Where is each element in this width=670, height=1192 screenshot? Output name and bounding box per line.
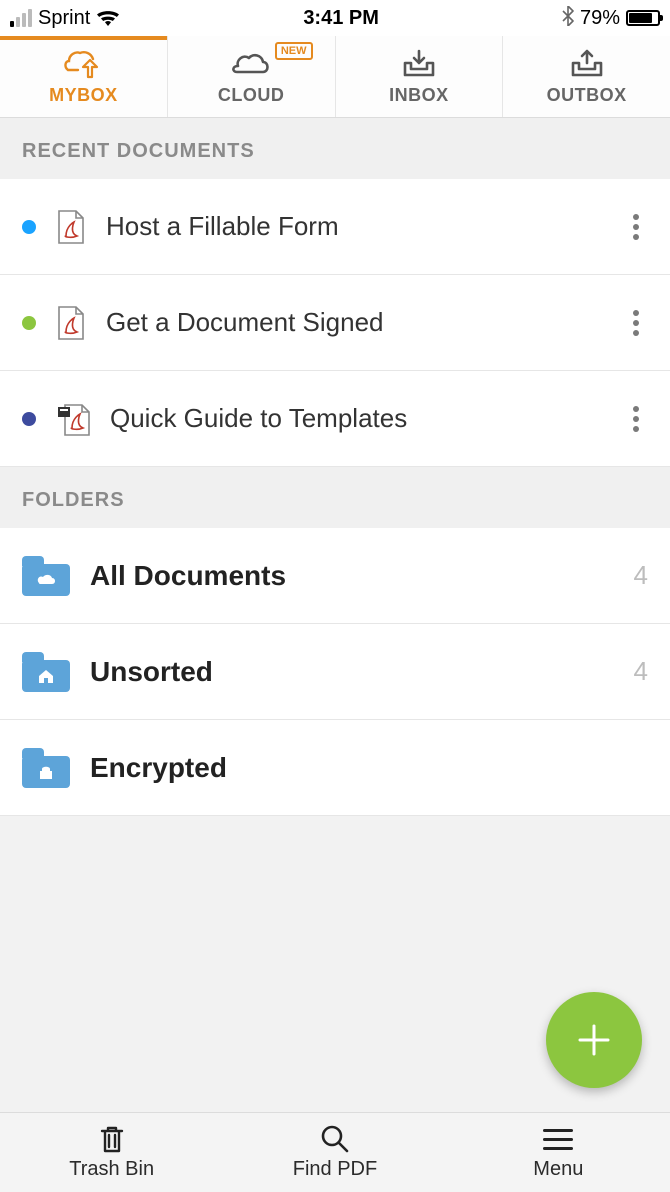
folder-row[interactable]: Encrypted bbox=[0, 720, 670, 816]
tab-mybox-label: MYBOX bbox=[49, 85, 118, 106]
search-icon bbox=[320, 1124, 350, 1154]
tab-inbox[interactable]: INBOX bbox=[336, 36, 504, 117]
section-folders-header: FOLDERS bbox=[0, 467, 670, 528]
kebab-menu[interactable] bbox=[624, 406, 648, 432]
inbox-icon bbox=[401, 47, 437, 81]
recent-row[interactable]: Get a Document Signed bbox=[0, 275, 670, 371]
content-scroll[interactable]: RECENT DOCUMENTS Host a Fillable Form Ge… bbox=[0, 118, 670, 1112]
trash-label: Trash Bin bbox=[69, 1158, 154, 1181]
top-tabs: MYBOX NEW CLOUD INBOX OUTBOX bbox=[0, 36, 670, 118]
folder-title: Encrypted bbox=[90, 752, 648, 784]
cloud-icon bbox=[229, 47, 273, 81]
trash-button[interactable]: Trash Bin bbox=[0, 1113, 223, 1192]
pdf-icon bbox=[56, 305, 88, 341]
tab-cloud[interactable]: NEW CLOUD bbox=[168, 36, 336, 117]
folder-count: 4 bbox=[634, 656, 648, 687]
kebab-menu[interactable] bbox=[624, 214, 648, 240]
menu-icon bbox=[543, 1124, 573, 1154]
recent-row-title: Host a Fillable Form bbox=[106, 211, 624, 242]
outbox-icon bbox=[569, 47, 605, 81]
section-recent-header: RECENT DOCUMENTS bbox=[0, 118, 670, 179]
plus-icon bbox=[572, 1018, 616, 1062]
kebab-menu[interactable] bbox=[624, 310, 648, 336]
trash-icon bbox=[98, 1124, 126, 1154]
status-left: Sprint bbox=[10, 7, 120, 30]
tab-outbox-label: OUTBOX bbox=[547, 85, 627, 106]
folder-home-icon bbox=[22, 652, 70, 692]
wifi-icon bbox=[96, 9, 120, 27]
folder-lock-icon bbox=[22, 748, 70, 788]
menu-label: Menu bbox=[533, 1158, 583, 1181]
bottom-toolbar: Trash Bin Find PDF Menu bbox=[0, 1112, 670, 1192]
tab-inbox-label: INBOX bbox=[389, 85, 449, 106]
template-icon bbox=[56, 401, 92, 437]
status-dot bbox=[22, 412, 36, 426]
recent-row-title: Get a Document Signed bbox=[106, 307, 624, 338]
recent-row[interactable]: Quick Guide to Templates bbox=[0, 371, 670, 467]
folder-cloud-icon bbox=[22, 556, 70, 596]
battery-percent: 79% bbox=[580, 7, 620, 30]
recent-row-title: Quick Guide to Templates bbox=[110, 403, 624, 434]
menu-button[interactable]: Menu bbox=[447, 1113, 670, 1192]
pdf-icon bbox=[56, 209, 88, 245]
tab-cloud-label: CLOUD bbox=[218, 85, 285, 106]
folder-title: Unsorted bbox=[90, 656, 634, 688]
folder-row[interactable]: Unsorted 4 bbox=[0, 624, 670, 720]
find-label: Find PDF bbox=[293, 1158, 377, 1181]
folder-title: All Documents bbox=[90, 560, 634, 592]
status-dot bbox=[22, 220, 36, 234]
signal-icon bbox=[10, 9, 32, 27]
tab-mybox[interactable]: MYBOX bbox=[0, 36, 168, 117]
status-right: 79% bbox=[562, 6, 660, 31]
new-badge: NEW bbox=[275, 42, 313, 60]
mybox-icon bbox=[63, 47, 103, 81]
folder-row[interactable]: All Documents 4 bbox=[0, 528, 670, 624]
tab-outbox[interactable]: OUTBOX bbox=[503, 36, 670, 117]
clock: 3:41 PM bbox=[303, 7, 379, 30]
find-button[interactable]: Find PDF bbox=[223, 1113, 446, 1192]
status-bar: Sprint 3:41 PM 79% bbox=[0, 0, 670, 36]
status-dot bbox=[22, 316, 36, 330]
recent-row[interactable]: Host a Fillable Form bbox=[0, 179, 670, 275]
folder-count: 4 bbox=[634, 560, 648, 591]
add-fab[interactable] bbox=[546, 992, 642, 1088]
carrier-label: Sprint bbox=[38, 7, 90, 30]
battery-icon bbox=[626, 10, 660, 26]
bluetooth-icon bbox=[562, 6, 574, 31]
